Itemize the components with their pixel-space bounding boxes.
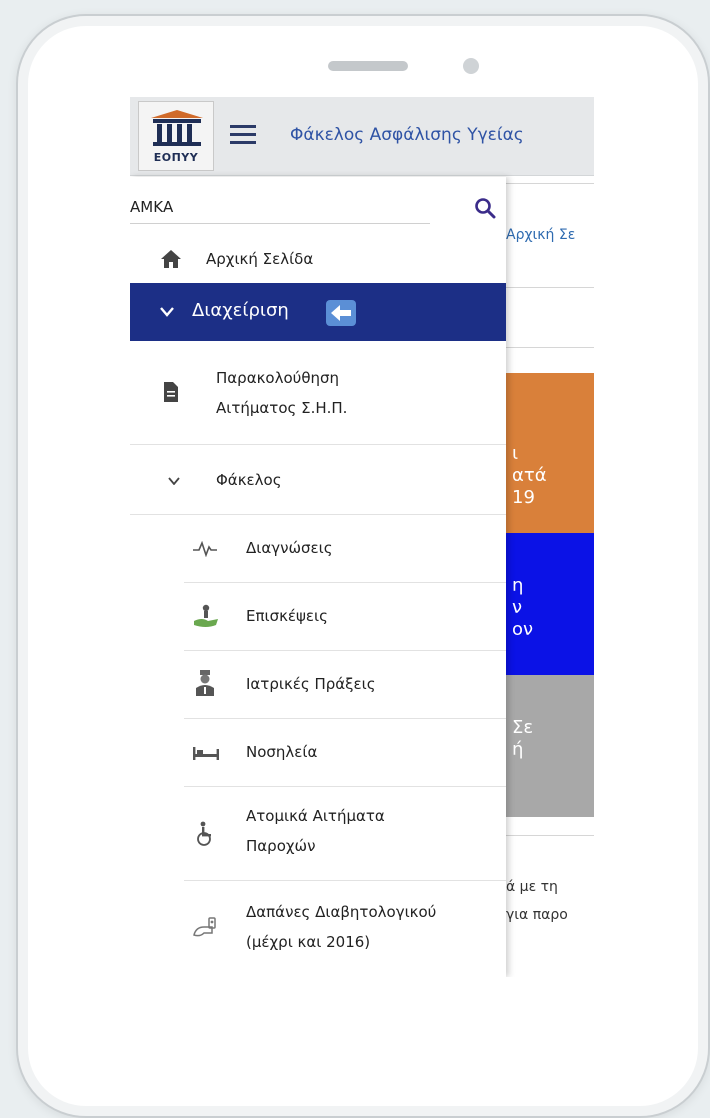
amka-search-row	[130, 177, 506, 233]
app-title: Φάκελος Ασφάλισης Υγείας	[290, 125, 524, 145]
app-header: ΕΟΠΥΥ Φάκελος Ασφάλισης Υγείας	[130, 97, 594, 176]
search-icon[interactable]	[474, 197, 496, 219]
menu-item-home[interactable]: Αρχική Σελίδα	[130, 233, 506, 285]
amka-search-input[interactable]	[130, 191, 430, 224]
wheelchair-icon	[197, 821, 211, 846]
chevron-down-icon	[160, 307, 174, 317]
tile-text: ι	[512, 443, 519, 464]
menu-item-label: (μέχρι και 2016)	[246, 933, 371, 951]
menu-item-label: Νοσηλεία	[246, 743, 318, 761]
menu-item-admin[interactable]: Διαχείριση	[130, 283, 506, 341]
menu-item-label: Παρακολούθηση	[216, 369, 340, 387]
back-arrow-button[interactable]	[326, 300, 356, 326]
eopyy-logo[interactable]: ΕΟΠΥΥ	[138, 101, 214, 171]
tile-text: η	[512, 575, 524, 596]
document-icon	[164, 382, 178, 402]
speaker-grille	[328, 61, 408, 71]
bg-text: ά με τη	[506, 879, 558, 895]
menu-item-medical-acts[interactable]: Ιατρικές Πράξεις	[184, 651, 506, 719]
tile-text: 19	[512, 487, 535, 508]
bg-tile-gray[interactable]: Σε ή	[506, 675, 594, 817]
doctor-icon	[196, 670, 214, 696]
menu-item-individual-requests[interactable]: Ατομικά Αιτήματα Παροχών	[184, 787, 506, 881]
menu-item-folder[interactable]: Φάκελος	[130, 445, 506, 515]
menu-item-hospitalization[interactable]: Νοσηλεία	[184, 719, 506, 787]
menu-item-label: Αρχική Σελίδα	[206, 250, 314, 268]
app-screen: ΕΟΠΥΥ Φάκελος Ασφάλισης Υγείας Αρχική Σε…	[130, 97, 594, 977]
bg-tile-blue[interactable]: η ν ον	[506, 533, 594, 675]
arrow-left-icon	[331, 305, 351, 321]
bg-divider	[506, 287, 594, 288]
tile-text: ον	[512, 619, 534, 640]
menu-item-label: Διαγνώσεις	[246, 539, 333, 557]
menu-item-diabetes-expenses[interactable]: Δαπάνες Διαβητολογικού (μέχρι και 2016)	[184, 881, 506, 977]
logo-text: ΕΟΠΥΥ	[153, 151, 199, 164]
chevron-down-icon	[168, 477, 180, 485]
bed-icon	[193, 747, 219, 760]
tile-text: ν	[512, 597, 523, 618]
front-camera	[463, 58, 479, 74]
menu-item-label: Επισκέψεις	[246, 607, 328, 625]
home-icon	[161, 250, 181, 268]
building-icon	[151, 110, 203, 146]
heartbeat-icon	[193, 541, 217, 557]
menu-item-visits[interactable]: Επισκέψεις	[184, 583, 506, 651]
menu-item-label: Αιτήματος Σ.Η.Π.	[216, 399, 348, 417]
menu-item-diagnoses[interactable]: Διαγνώσεις	[184, 515, 506, 583]
bg-breadcrumb[interactable]: Αρχική Σε	[506, 227, 575, 243]
bg-divider	[506, 183, 594, 184]
menu-item-tracking[interactable]: Παρακολούθηση Αιτήματος Σ.Η.Π.	[130, 341, 506, 445]
glucose-meter-icon	[193, 917, 216, 937]
bg-divider	[506, 835, 594, 836]
caregiver-hand-icon	[194, 604, 218, 627]
tile-text: Σε	[512, 717, 534, 738]
menu-item-label: Φάκελος	[216, 471, 282, 489]
menu-item-label: Διαχείριση	[192, 300, 289, 321]
hamburger-menu-icon[interactable]	[230, 125, 256, 145]
tile-text: ατά	[512, 465, 547, 486]
tile-text: ή	[512, 739, 524, 760]
menu-item-label: Ιατρικές Πράξεις	[246, 675, 376, 693]
menu-item-label: Παροχών	[246, 837, 316, 855]
bg-divider	[506, 347, 594, 348]
bg-text: για παρο	[506, 907, 568, 923]
menu-item-label: Δαπάνες Διαβητολογικού	[246, 903, 437, 921]
navigation-drawer: Αρχική Σελίδα Διαχείριση Παρακολούθηση	[130, 177, 506, 977]
menu-item-label: Ατομικά Αιτήματα	[246, 807, 385, 825]
bg-tile-orange[interactable]: ι ατά 19	[506, 373, 594, 533]
